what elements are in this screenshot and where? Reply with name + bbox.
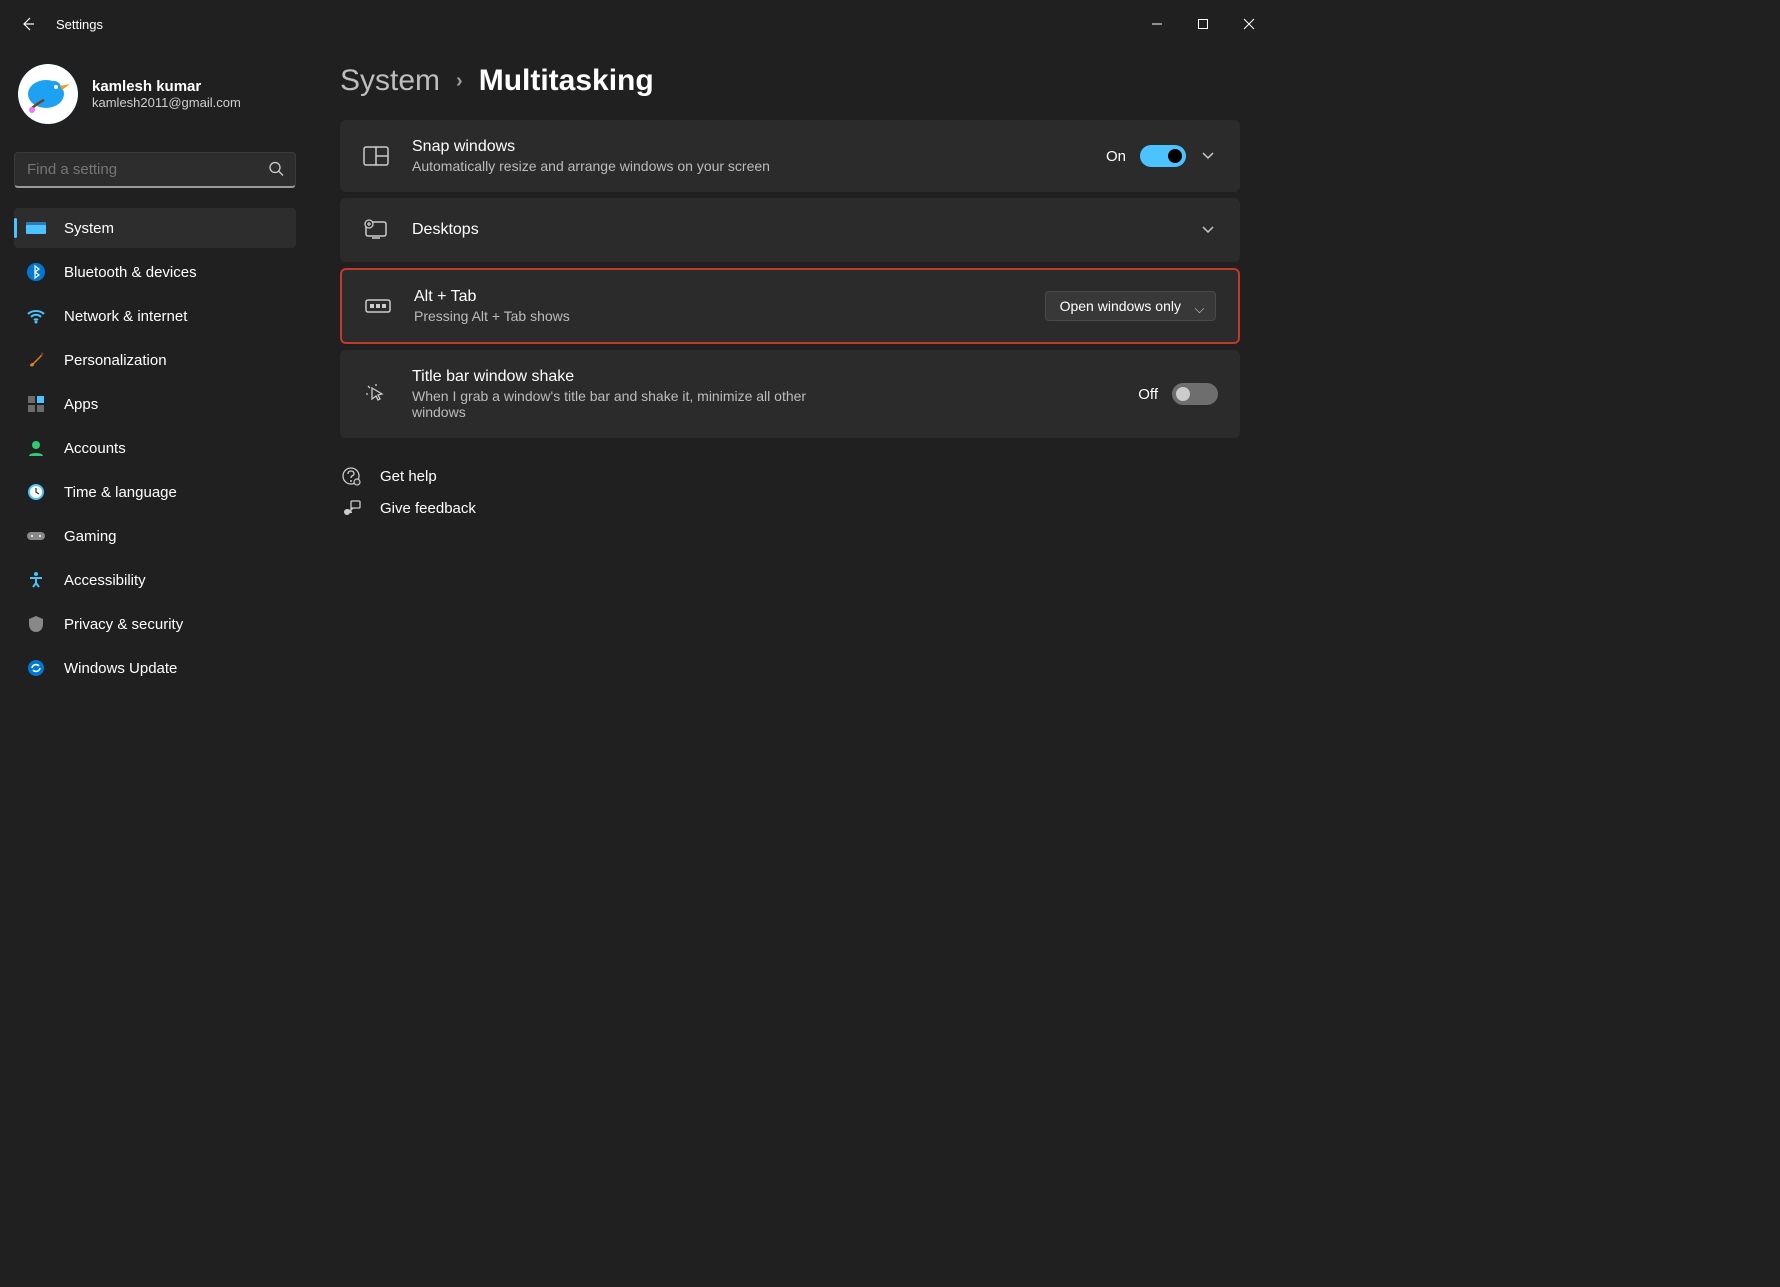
setting-title: Snap windows <box>412 138 1084 156</box>
sidebar-item-label: Apps <box>64 396 98 413</box>
user-email: kamlesh2011@gmail.com <box>92 95 241 110</box>
update-icon <box>26 658 46 678</box>
minimize-icon <box>1151 18 1163 30</box>
search-icon <box>268 161 284 180</box>
toggle-state: On <box>1106 148 1126 165</box>
search-input[interactable] <box>14 152 296 188</box>
paintbrush-icon <box>26 350 46 370</box>
setting-title: Title bar window shake <box>412 368 1116 386</box>
sidebar-item-label: Personalization <box>64 352 167 369</box>
alt-tab-dropdown[interactable]: Open windows only <box>1045 291 1216 321</box>
shield-icon <box>26 614 46 634</box>
bluetooth-icon <box>26 262 46 282</box>
chevron-right-icon: › <box>456 70 463 93</box>
get-help-link[interactable]: Get help <box>340 466 1240 486</box>
setting-title-bar-shake[interactable]: Title bar window shake When I grab a win… <box>340 350 1240 438</box>
sidebar-item-gaming[interactable]: Gaming <box>14 516 296 556</box>
sidebar-item-label: Time & language <box>64 484 177 501</box>
expand-chevron[interactable] <box>1200 147 1218 165</box>
sidebar-item-label: Bluetooth & devices <box>64 264 197 281</box>
minimize-button[interactable] <box>1134 8 1180 40</box>
setting-title: Desktops <box>412 221 1178 239</box>
setting-title: Alt + Tab <box>414 288 1023 306</box>
breadcrumb-parent[interactable]: System <box>340 64 440 98</box>
maximize-button[interactable] <box>1180 8 1226 40</box>
apps-icon <box>26 394 46 414</box>
give-feedback-link[interactable]: Give feedback <box>340 498 1240 518</box>
footer-link-label: Get help <box>380 468 437 485</box>
setting-snap-windows[interactable]: Snap windows Automatically resize and ar… <box>340 120 1240 192</box>
sidebar-item-label: Privacy & security <box>64 616 183 633</box>
person-icon <box>26 438 46 458</box>
dropdown-value: Open windows only <box>1060 298 1181 314</box>
sidebar-item-accounts[interactable]: Accounts <box>14 428 296 468</box>
sidebar-item-privacy[interactable]: Privacy & security <box>14 604 296 644</box>
close-icon <box>1243 18 1255 30</box>
sidebar-item-system[interactable]: System <box>14 208 296 248</box>
shake-toggle[interactable] <box>1172 383 1218 405</box>
sidebar-item-apps[interactable]: Apps <box>14 384 296 424</box>
clock-icon <box>26 482 46 502</box>
snap-toggle[interactable] <box>1140 145 1186 167</box>
sidebar-item-bluetooth[interactable]: Bluetooth & devices <box>14 252 296 292</box>
desktops-icon <box>362 216 390 244</box>
sidebar-item-label: System <box>64 220 114 237</box>
setting-subtitle: Pressing Alt + Tab shows <box>414 308 774 324</box>
help-icon <box>340 466 362 486</box>
sidebar-item-label: Windows Update <box>64 660 177 677</box>
footer-link-label: Give feedback <box>380 500 476 517</box>
cursor-shake-icon <box>362 380 390 408</box>
gamepad-icon <box>26 526 46 546</box>
sidebar-item-label: Accessibility <box>64 572 146 589</box>
sidebar-item-label: Network & internet <box>64 308 187 325</box>
sidebar-item-personalization[interactable]: Personalization <box>14 340 296 380</box>
feedback-icon <box>340 498 362 518</box>
sidebar-item-time[interactable]: Time & language <box>14 472 296 512</box>
setting-alt-tab[interactable]: Alt + Tab Pressing Alt + Tab shows Open … <box>340 268 1240 344</box>
accessibility-icon <box>26 570 46 590</box>
app-title: Settings <box>56 17 103 32</box>
sidebar-item-label: Accounts <box>64 440 126 457</box>
sidebar-item-label: Gaming <box>64 528 117 545</box>
back-button[interactable] <box>8 4 48 44</box>
system-icon <box>26 218 46 238</box>
setting-desktops[interactable]: Desktops <box>340 198 1240 262</box>
breadcrumb: System › Multitasking <box>340 64 1240 98</box>
close-button[interactable] <box>1226 8 1272 40</box>
sidebar-item-accessibility[interactable]: Accessibility <box>14 560 296 600</box>
wifi-icon <box>26 306 46 326</box>
user-name: kamlesh kumar <box>92 78 241 95</box>
avatar <box>18 64 78 124</box>
sidebar-item-network[interactable]: Network & internet <box>14 296 296 336</box>
page-title: Multitasking <box>479 64 654 98</box>
sidebar-item-update[interactable]: Windows Update <box>14 648 296 688</box>
alt-tab-icon <box>364 292 392 320</box>
setting-subtitle: Automatically resize and arrange windows… <box>412 158 772 174</box>
snap-layout-icon <box>362 142 390 170</box>
setting-subtitle: When I grab a window's title bar and sha… <box>412 388 812 420</box>
toggle-state: Off <box>1138 386 1158 403</box>
expand-chevron[interactable] <box>1200 221 1218 239</box>
maximize-icon <box>1197 18 1209 30</box>
user-profile[interactable]: kamlesh kumar kamlesh2011@gmail.com <box>14 56 296 142</box>
arrow-left-icon <box>20 16 36 32</box>
